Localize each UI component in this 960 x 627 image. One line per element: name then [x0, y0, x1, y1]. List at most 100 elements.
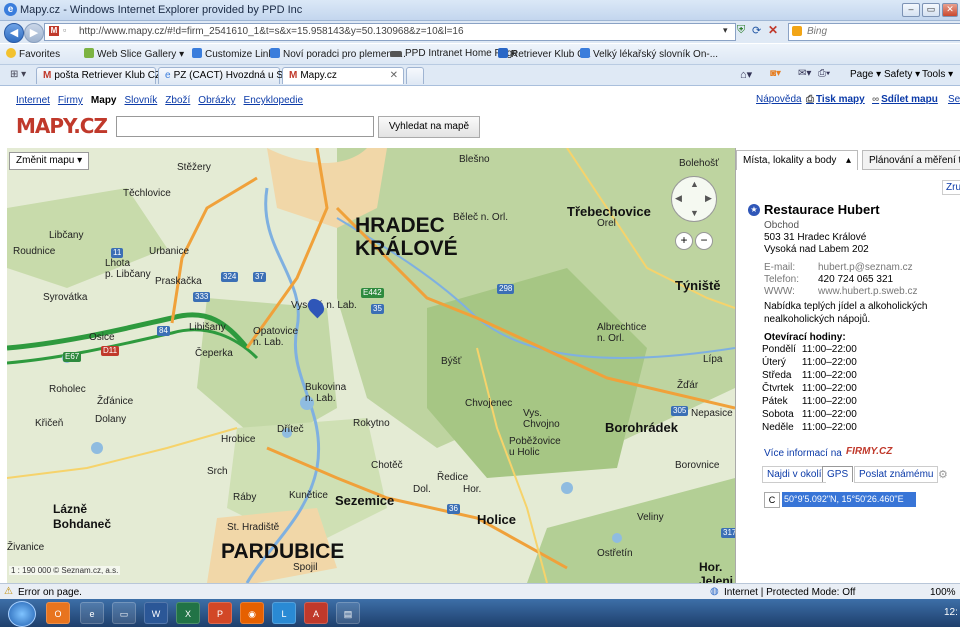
tools-menu[interactable]: Tools ▾ — [922, 69, 953, 80]
cancel-button[interactable]: Zruš — [942, 180, 960, 195]
mapy-logo[interactable]: MAPY.CZ — [16, 114, 108, 138]
lync-icon[interactable]: L — [272, 602, 296, 624]
zoom-out-button[interactable]: − — [695, 232, 713, 250]
road-number: 11 — [111, 248, 124, 258]
start-button[interactable] — [8, 601, 36, 627]
zoom-in-button[interactable]: + — [675, 232, 693, 250]
star-icon — [6, 48, 16, 58]
nav-zbozi[interactable]: Zboží — [165, 95, 190, 106]
map-label-place: Čeperka — [195, 348, 233, 359]
zoom-level[interactable]: 100% — [930, 587, 956, 598]
share-map-link[interactable]: ∞ Sdílet mapu — [872, 94, 938, 105]
tab-route-planning[interactable]: Plánování a měření tras — [862, 150, 960, 170]
favorite-lekarsky-slovnik[interactable]: Velký lékařský slovník On-... — [580, 48, 718, 60]
firmy-logo[interactable]: FIRMY.CZ — [846, 446, 892, 457]
map-label-pardubice: PARDUBICE — [221, 540, 345, 563]
acrobat-icon[interactable]: A — [304, 602, 328, 624]
navigation-bar: ◀ ▶ M ▫ http://www.mapy.cz/#!d=firm_2541… — [0, 21, 960, 43]
address-text[interactable]: http://www.mapy.cz/#!d=firm_2541610_1&t=… — [79, 26, 464, 37]
chat-icon[interactable]: ▤ — [336, 602, 360, 624]
map-label-place: Praskačka — [155, 276, 202, 287]
tab-posta-retriever[interactable]: Mpošta Retriever Klub CZ - ... — [36, 67, 178, 84]
email-link[interactable]: hubert.p@seznam.cz — [818, 262, 913, 273]
favorite-customize-links[interactable]: Customize Links — [192, 48, 278, 60]
bing-logo-icon — [792, 26, 802, 36]
tab-pz-cact[interactable]: e PZ (CACT) Hvozdná u Sluš... — [158, 67, 304, 84]
favorite-novi-poradci[interactable]: Noví poradci pro plemena... — [270, 48, 406, 60]
map-label-place: Borovnice — [675, 460, 720, 471]
www-link[interactable]: www.hubert.p.sweb.cz — [818, 286, 918, 297]
help-link[interactable]: Nápověda — [756, 94, 802, 105]
maximize-button[interactable]: ▭ — [922, 3, 940, 17]
map-canvas[interactable]: HRADEC KRÁLOVÉ PARDUBICE Třebechovice Tý… — [7, 148, 735, 583]
home-icon[interactable]: ⌂▾ — [740, 68, 752, 81]
nav-firmy[interactable]: Firmy — [58, 95, 83, 106]
favorite-web-slice-gallery[interactable]: Web Slice Gallery ▾ — [84, 48, 184, 60]
stop-icon[interactable]: ✕ — [768, 23, 778, 37]
map-label-place: Veliny — [637, 512, 664, 523]
status-text[interactable]: Error on page. — [18, 587, 82, 598]
print-icon[interactable]: ⎙▾ — [818, 68, 830, 79]
map-search-input[interactable] — [116, 116, 374, 137]
search-box[interactable]: Bing — [788, 23, 960, 41]
gps-button[interactable]: GPS — [822, 466, 854, 482]
pan-up-icon[interactable]: ▲ — [690, 179, 699, 189]
nav-encyklopedie[interactable]: Encyklopedie — [244, 95, 303, 106]
page-menu[interactable]: Page ▾ — [850, 69, 881, 80]
settings-icon[interactable]: ⚙ — [938, 468, 948, 481]
back-button[interactable]: ◀ — [4, 23, 24, 43]
address-bar[interactable]: M ▫ http://www.mapy.cz/#!d=firm_2541610_… — [44, 23, 736, 41]
change-map-button[interactable]: Změnit mapu ▾ — [9, 152, 90, 170]
feeds-icon[interactable]: ◙▾ — [770, 68, 781, 79]
more-info-link[interactable]: Více informací na — [764, 448, 842, 459]
quick-tabs-icon[interactable]: ⊞ ▾ — [10, 69, 26, 80]
pan-control[interactable]: ▲ ▼ ◀ ▶ — [671, 176, 717, 222]
firefox-icon[interactable]: ◉ — [240, 602, 264, 624]
word-icon[interactable]: W — [144, 602, 168, 624]
gps-copy-icon[interactable]: C — [764, 492, 780, 508]
favorite-retriever-klub[interactable]: Retriever Klub CZ — [498, 48, 590, 60]
refresh-icon[interactable]: ⟳ — [752, 24, 761, 37]
collapse-icon[interactable]: ▴ — [846, 151, 851, 171]
search-placeholder[interactable]: Bing — [807, 26, 827, 37]
nearby-button[interactable]: Najdi v okolí — [762, 466, 827, 483]
nav-slovnik[interactable]: Slovník — [124, 95, 157, 106]
nav-mapy[interactable]: Mapy — [91, 95, 117, 106]
gps-coordinates-field[interactable]: 50°9'5.092"N, 15°50'26.460"E — [782, 492, 916, 507]
excel-icon[interactable]: X — [176, 602, 200, 624]
pan-right-icon[interactable]: ▶ — [705, 193, 712, 204]
address-dropdown-icon[interactable]: ▾ — [723, 25, 728, 36]
favorites-button[interactable]: Favorites — [6, 48, 60, 60]
road-number: 324 — [221, 272, 239, 282]
opening-hours-table: Pondělí 11:00–22:00 Úterý 11:00–22:00 Stře… — [762, 344, 863, 435]
map-label-place: Ostřetín — [597, 548, 633, 559]
send-to-friend-button[interactable]: Poslat známému — [854, 466, 939, 483]
map-label-place: Vys. Chvojno — [523, 408, 560, 430]
status-bar: ⚠ Error on page. ◍ Internet | Protected … — [0, 583, 960, 600]
nav-internet[interactable]: Internet — [16, 95, 50, 106]
pan-left-icon[interactable]: ◀ — [675, 193, 682, 204]
mail-icon[interactable]: ✉▾ — [798, 68, 811, 79]
nav-obrazky[interactable]: Obrázky — [198, 95, 235, 106]
close-tab-icon[interactable]: ✕ — [390, 68, 398, 84]
share-more-link[interactable]: Se — [948, 94, 960, 105]
ie-icon[interactable]: e — [80, 602, 104, 624]
road-number: 298 — [497, 284, 515, 294]
powerpoint-icon[interactable]: P — [208, 602, 232, 624]
map-label-hradec-kralove: HRADEC KRÁLOVÉ — [355, 214, 458, 260]
safety-menu[interactable]: Safety ▾ — [884, 69, 920, 80]
pan-down-icon[interactable]: ▼ — [690, 208, 699, 218]
site-favicon-icon: M — [49, 26, 59, 36]
new-tab-button[interactable] — [406, 67, 424, 84]
close-window-button[interactable]: ✕ — [942, 3, 958, 17]
compatibility-icon[interactable]: ⛨ — [737, 24, 745, 37]
tab-mapy-cz[interactable]: M Mapy.cz ✕ — [282, 67, 404, 84]
minimize-button[interactable]: – — [902, 3, 920, 17]
tab-places[interactable]: Místa, lokality a body ▴ — [736, 150, 858, 170]
search-map-button[interactable]: Vyhledat na mapě — [378, 116, 480, 138]
print-map-link[interactable]: ⎙ Tisk mapy — [806, 94, 865, 105]
outlook-icon[interactable]: O — [46, 602, 70, 624]
security-zone[interactable]: Internet | Protected Mode: Off — [724, 587, 855, 598]
explorer-icon[interactable]: ▭ — [112, 602, 136, 624]
forward-button[interactable]: ▶ — [24, 23, 44, 43]
